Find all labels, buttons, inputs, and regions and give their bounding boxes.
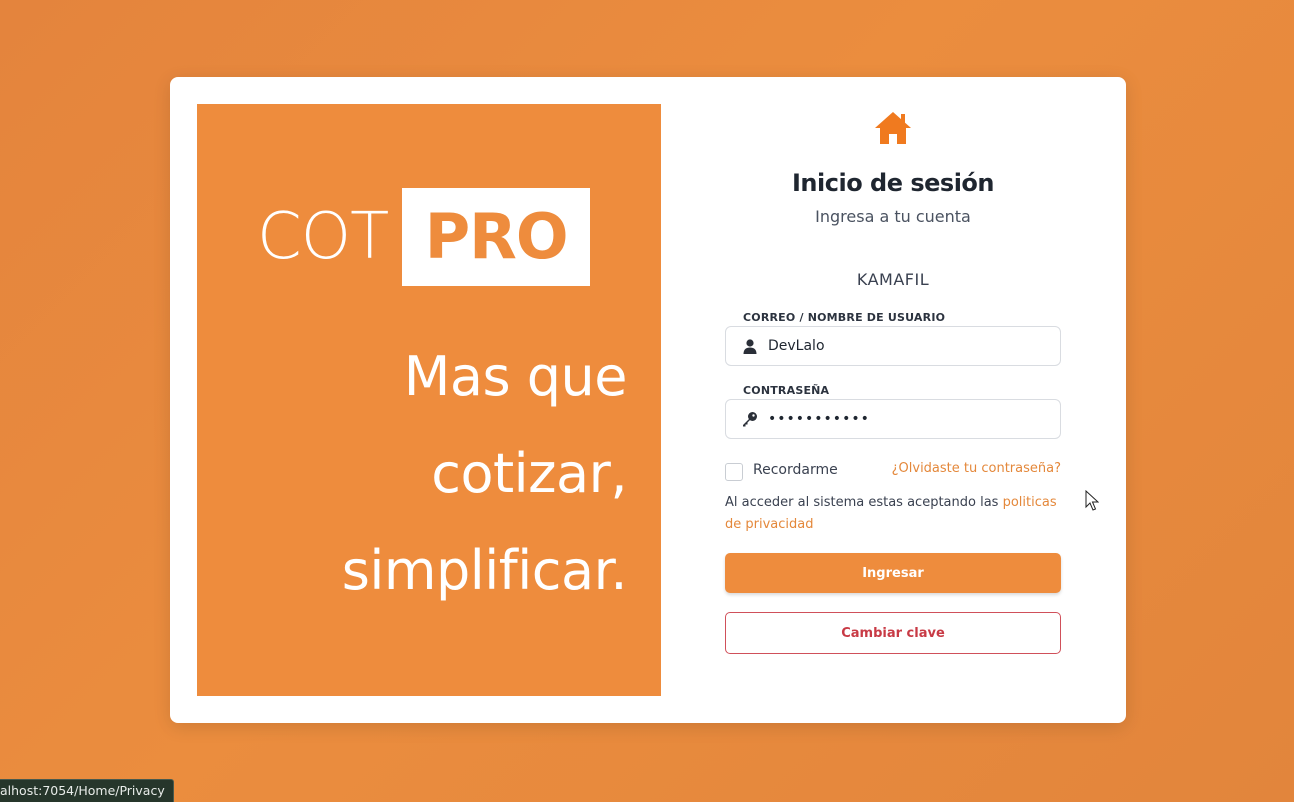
- company-name: KAMAFIL: [856, 270, 930, 289]
- login-form: Inicio de sesión Ingresa a tu cuenta KAM…: [725, 77, 1061, 723]
- user-icon: [742, 338, 758, 354]
- tagline-line-3: simplificar.: [341, 539, 628, 602]
- page-subtitle: Ingresa a tu cuenta: [815, 207, 971, 226]
- login-button[interactable]: Ingresar: [725, 553, 1061, 593]
- remember-me[interactable]: Recordarme: [725, 459, 838, 481]
- tagline-line-1: Mas que: [403, 345, 628, 408]
- tagline: Mas que cotizar, simplificar.: [227, 328, 628, 619]
- tagline-line-2: cotizar,: [431, 442, 627, 505]
- login-card: COT PRO Mas que cotizar, simplificar. In…: [170, 77, 1126, 723]
- password-input[interactable]: [768, 411, 1048, 427]
- terms-prefix: Al acceder al sistema estas aceptando la…: [725, 495, 999, 510]
- mouse-cursor-icon: [1085, 490, 1099, 511]
- brand-panel: COT PRO Mas que cotizar, simplificar.: [197, 104, 661, 696]
- logo-pro-text: PRO: [424, 200, 569, 273]
- logo-cot-text: COT: [257, 200, 389, 274]
- username-label: CORREO / NOMBRE DE USUARIO: [743, 311, 946, 324]
- cotpro-logo: COT PRO: [257, 188, 591, 286]
- remember-checkbox[interactable]: [725, 463, 743, 481]
- change-password-button[interactable]: Cambiar clave: [725, 612, 1061, 654]
- page-title: Inicio de sesión: [792, 169, 995, 197]
- password-field[interactable]: [725, 399, 1061, 439]
- username-input[interactable]: [768, 338, 1048, 354]
- password-label: CONTRASEÑA: [743, 384, 830, 397]
- username-field[interactable]: [725, 326, 1061, 366]
- logo-pro-box: PRO: [402, 188, 591, 286]
- key-icon: [742, 411, 758, 427]
- remember-label: Recordarme: [753, 462, 838, 478]
- terms-text: Al acceder al sistema estas aceptando la…: [725, 492, 1061, 536]
- forgot-password-link[interactable]: ¿Olvidaste tu contraseña?: [892, 461, 1061, 476]
- home-icon: [875, 112, 911, 144]
- status-bar-url: alhost:7054/Home/Privacy: [0, 779, 174, 802]
